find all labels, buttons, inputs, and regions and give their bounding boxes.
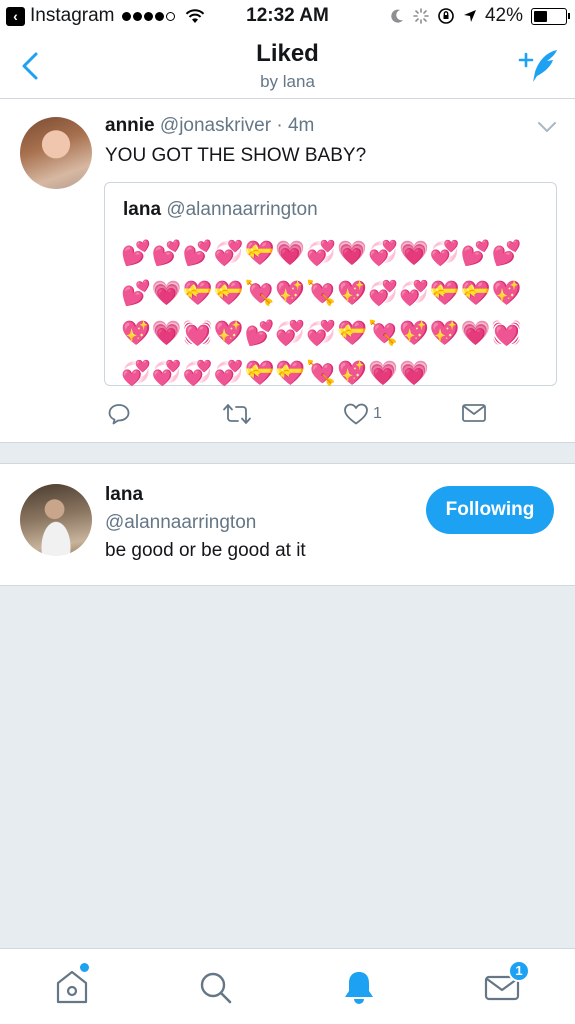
quoted-author-name: lana — [123, 199, 162, 220]
like-count: 1 — [373, 405, 382, 422]
tweet-author-handle[interactable]: @jonaskriver — [160, 115, 271, 136]
tab-search[interactable] — [195, 967, 235, 1007]
bell-icon — [345, 972, 373, 1004]
tweet-actions: 1 — [0, 402, 575, 432]
following-button[interactable]: Following — [426, 486, 554, 534]
nav-bar: Liked by lana — [0, 34, 575, 99]
user-name[interactable]: lana — [105, 484, 143, 506]
reply-icon — [108, 404, 130, 425]
avatar[interactable] — [20, 484, 92, 556]
battery-percent: 42% — [484, 5, 523, 26]
orientation-lock-icon — [438, 8, 454, 24]
quoted-author-handle: @alannaarrington — [166, 199, 318, 220]
home-icon — [56, 970, 88, 1004]
retweet-button[interactable] — [222, 402, 252, 426]
tweet-text: YOU GOT THE SHOW BABY? — [105, 145, 367, 166]
avatar[interactable] — [20, 117, 92, 189]
battery-icon — [531, 7, 570, 25]
share-message-button[interactable] — [461, 402, 487, 424]
user-handle[interactable]: @alannaarrington — [105, 512, 256, 534]
tweet-header: annie @jonaskriver · 4m — [105, 115, 314, 137]
user-bio: be good or be good at it — [105, 540, 306, 561]
tweet-card[interactable]: annie @jonaskriver · 4m YOU GOT THE SHOW… — [0, 99, 575, 443]
new-content-dot — [80, 963, 89, 972]
quoted-tweet-header: lana @alannaarrington — [123, 199, 318, 221]
messages-badge: 1 — [508, 960, 530, 982]
search-icon — [200, 972, 232, 1004]
tab-bar: 1 — [0, 948, 575, 1024]
battery-fill — [534, 10, 547, 22]
chevron-down-icon[interactable] — [537, 121, 557, 133]
moon-icon — [391, 9, 403, 23]
page-title: Liked — [256, 40, 319, 67]
location-arrow-icon — [463, 10, 476, 22]
tweet-author-name[interactable]: annie — [105, 115, 155, 136]
quoted-tweet-text: 💕💕💕💞💝💗💞💗💞💗💞💕💕💕💗💝💝💘💖💘💖💞💞💝💝💖💖💗💓💖💕💞💞💝💘💖💖💗💓💞… — [121, 239, 523, 387]
tweet-separator: · — [276, 115, 283, 136]
tweet-timestamp: 4m — [287, 115, 315, 136]
loading-spinner-icon — [413, 8, 429, 24]
quoted-tweet[interactable]: lana @alannaarrington 💕💕💕💞💝💗💞💗💞💗💞💕💕💕💗💝💝💘… — [104, 182, 557, 387]
reply-button[interactable] — [107, 402, 131, 426]
status-bar-right: 42% — [381, 5, 570, 27]
user-list-item[interactable]: lana @alannaarrington be good or be good… — [0, 463, 575, 586]
heart-icon — [344, 403, 368, 425]
retweet-icon — [223, 404, 251, 424]
tab-messages[interactable]: 1 — [482, 960, 530, 1007]
compose-icon[interactable] — [517, 46, 561, 86]
tab-notifications[interactable] — [339, 967, 379, 1007]
envelope-icon — [462, 404, 486, 422]
status-bar: ‹ Instagram 12:32 AM 42% — [0, 0, 575, 34]
tab-home[interactable] — [52, 963, 92, 1007]
page-subtitle: by lana — [260, 72, 315, 91]
like-button[interactable]: 1 — [343, 402, 382, 426]
